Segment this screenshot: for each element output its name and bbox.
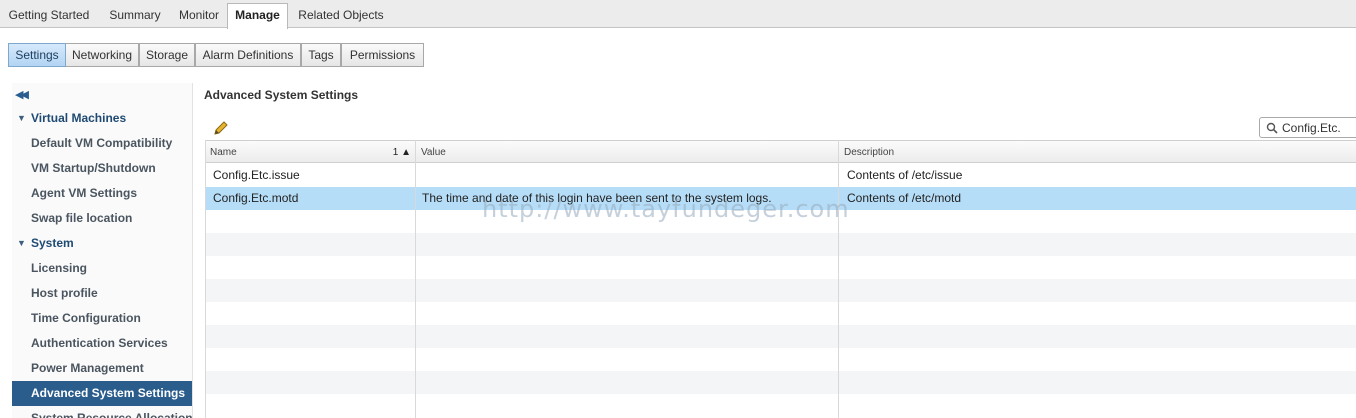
pencil-icon[interactable] <box>212 119 230 137</box>
double-chevron-left-icon[interactable]: ◀◀ <box>15 88 29 101</box>
tab-manage[interactable]: Manage <box>227 3 288 29</box>
tab-monitor[interactable]: Monitor <box>172 4 226 28</box>
nav-item-licensing[interactable]: Licensing <box>12 256 192 281</box>
panel-title: Advanced System Settings <box>204 88 359 102</box>
triangle-down-icon[interactable]: ▼ <box>17 106 26 131</box>
subtab-tags[interactable]: Tags <box>301 43 341 67</box>
nav-item-time-configuration[interactable]: Time Configuration <box>12 306 192 331</box>
nav-item-system-resource-allocation[interactable]: System Resource Allocation <box>12 406 192 418</box>
empty-row <box>205 256 1356 279</box>
settings-grid: Name 1 ▲ Value Description Config.Etc.is… <box>205 140 1356 418</box>
cell-value <box>416 164 839 187</box>
column-header-description[interactable]: Description <box>839 141 1356 162</box>
empty-row <box>205 210 1356 233</box>
nav-item-default-vm-compatibility[interactable]: Default VM Compatibility <box>12 131 192 156</box>
magnifier-icon <box>1266 122 1278 134</box>
column-divider <box>415 140 416 418</box>
nav-group-virtual-machines[interactable]: ▼ Virtual Machines <box>12 106 192 131</box>
nav-item-advanced-system-settings[interactable]: Advanced System Settings <box>12 381 192 406</box>
top-tab-bar: Getting Started Summary Monitor Manage R… <box>0 0 1356 29</box>
tab-getting-started[interactable]: Getting Started <box>0 4 98 28</box>
empty-row <box>205 371 1356 394</box>
nav-group-label: Virtual Machines <box>31 111 127 125</box>
cell-description: Contents of /etc/motd <box>847 191 962 205</box>
cell-name: Config.Etc.issue <box>213 168 300 182</box>
tab-related-objects[interactable]: Related Objects <box>289 4 393 28</box>
subtab-settings[interactable]: Settings <box>8 43 66 67</box>
grid-header: Name 1 ▲ Value Description <box>205 140 1356 163</box>
search-input[interactable] <box>1282 119 1356 136</box>
nav-group-label: System <box>31 236 74 250</box>
nav-item-authentication-services[interactable]: Authentication Services <box>12 331 192 356</box>
cell-value: The time and date of this login have bee… <box>422 191 772 205</box>
empty-row <box>205 279 1356 302</box>
empty-row <box>205 394 1356 417</box>
settings-nav: ◀◀ ▼ Virtual Machines Default VM Compati… <box>12 83 193 418</box>
cell-description: Contents of /etc/issue <box>847 168 963 182</box>
nav-item-swap-file-location[interactable]: Swap file location <box>12 206 192 231</box>
empty-row <box>205 302 1356 325</box>
column-header-label: Name <box>210 147 237 158</box>
subtab-storage[interactable]: Storage <box>139 43 195 67</box>
column-header-value[interactable]: Value <box>416 141 839 162</box>
nav-item-agent-vm-settings[interactable]: Agent VM Settings <box>12 181 192 206</box>
column-header-name[interactable]: Name 1 ▲ <box>205 141 416 162</box>
triangle-down-icon[interactable]: ▼ <box>17 231 26 256</box>
empty-row <box>205 348 1356 371</box>
sort-ascending-icon: 1 ▲ <box>392 147 411 158</box>
subtab-networking[interactable]: Networking <box>65 43 139 67</box>
table-row[interactable]: Config.Etc.issue Contents of /etc/issue <box>205 164 1356 187</box>
tab-summary[interactable]: Summary <box>98 4 172 28</box>
empty-row <box>205 233 1356 256</box>
empty-row <box>205 325 1356 348</box>
table-row[interactable]: Config.Etc.motd The time and date of thi… <box>205 187 1356 210</box>
nav-item-power-management[interactable]: Power Management <box>12 356 192 381</box>
search-box[interactable] <box>1259 117 1356 138</box>
subtab-permissions[interactable]: Permissions <box>341 43 424 67</box>
nav-item-vm-startup-shutdown[interactable]: VM Startup/Shutdown <box>12 156 192 181</box>
cell-name: Config.Etc.motd <box>213 191 299 205</box>
nav-item-host-profile[interactable]: Host profile <box>12 281 192 306</box>
subtab-alarm-definitions[interactable]: Alarm Definitions <box>195 43 301 67</box>
nav-group-system[interactable]: ▼ System <box>12 231 192 256</box>
column-divider <box>838 140 839 418</box>
column-divider <box>205 140 206 418</box>
